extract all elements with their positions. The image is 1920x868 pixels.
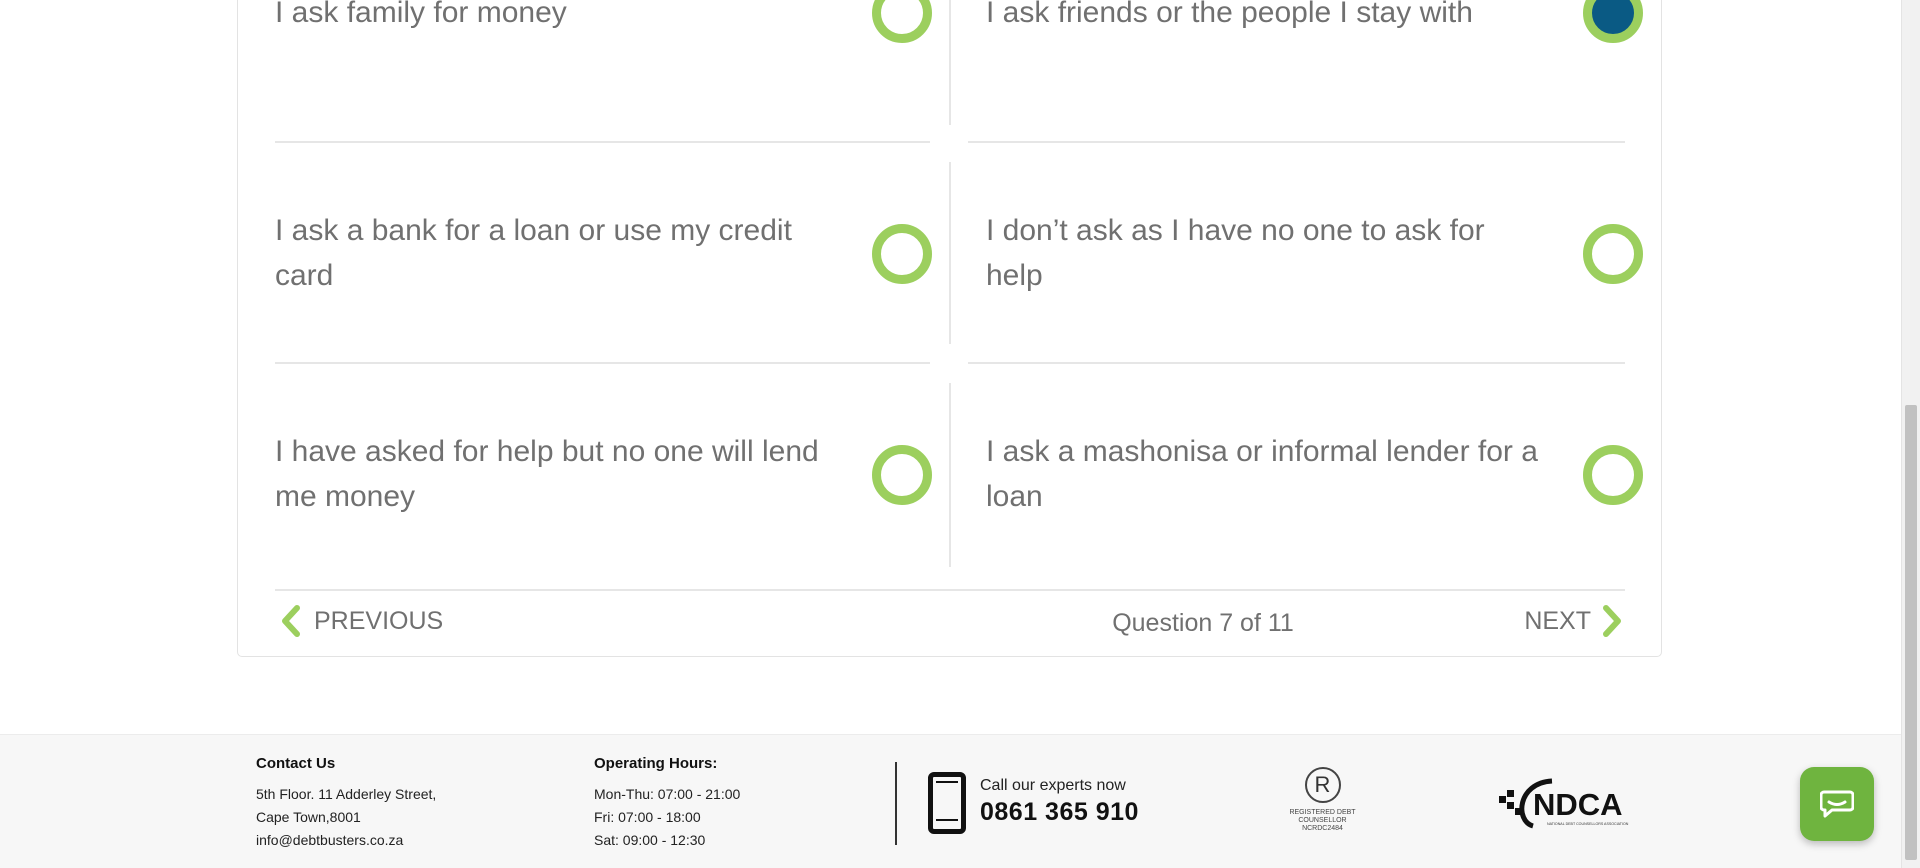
next-label: NEXT [1524,606,1591,635]
option-radio[interactable] [872,224,932,284]
page: I ask family for money I ask friends or … [0,0,1901,868]
call-number-link[interactable]: 0861 365 910 [980,798,1139,827]
row-divider [275,362,930,364]
call-label: Call our experts now [980,777,1126,794]
option-friends[interactable]: I ask friends or the people I stay with [986,0,1643,120]
hours-title: Operating Hours: [594,755,718,772]
contact-address-line-1: 5th Floor. 11 Adderley Street, [256,786,437,802]
chat-bubble-icon [1820,790,1854,818]
option-label: I ask friends or the people I stay with [986,0,1473,29]
phone-icon [928,772,966,834]
question-counter: Question 7 of 11 [1112,609,1294,637]
option-radio-selected[interactable] [1583,0,1643,43]
option-radio[interactable] [1583,224,1643,284]
page-scrollbar[interactable] [1901,0,1920,868]
option-bank-loan[interactable]: I ask a bank for a loan or use my credit… [275,208,932,308]
chat-button[interactable] [1800,767,1874,841]
row-divider [968,141,1625,143]
nav-divider [275,589,1625,591]
registered-debt-counsellor-badge: R REGISTERED DEBT COUNSELLOR NCRDC2484 [1285,767,1360,833]
contact-title: Contact Us [256,755,336,772]
hours-line-saturday: Sat: 09:00 - 12:30 [594,832,706,848]
hours-line-friday: Fri: 07:00 - 18:00 [594,809,701,825]
contact-email-link[interactable]: info@debtbusters.co.za [256,829,403,852]
contact-address-line-2: Cape Town,8001 [256,809,361,825]
column-divider [949,0,951,125]
option-no-lender[interactable]: I have asked for help but no one will le… [275,429,932,529]
option-no-one[interactable]: I don’t ask as I have no one to ask for … [986,208,1643,308]
ndca-logo-tagline: NATIONAL DEBT COUNSELLORS ASSOCIATION [1547,822,1629,826]
ndca-logo-text: NDCA [1533,787,1623,822]
chevron-left-icon [282,605,300,637]
row-divider [968,362,1625,364]
option-mashonisa[interactable]: I ask a mashonisa or informal lender for… [986,429,1643,529]
option-family[interactable]: I ask family for money [275,0,932,120]
chevron-right-icon [1603,605,1621,637]
row-divider [275,141,930,143]
footer: Contact Us 5th Floor. 11 Adderley Street… [0,734,1901,868]
option-label: I have asked for help but no one will le… [275,435,819,513]
ndca-logo: NDCA NATIONAL DEBT COUNSELLORS ASSOCIATI… [1499,778,1629,829]
option-label: I don’t ask as I have no one to ask for … [986,214,1485,292]
scrollbar-thumb[interactable] [1905,405,1917,860]
registered-icon: R [1304,767,1341,803]
registered-badge-text: REGISTERED DEBT COUNSELLOR NCRDC2484 [1289,809,1356,832]
hours-line-weekday: Mon-Thu: 07:00 - 21:00 [594,786,741,802]
previous-button[interactable]: PREVIOUS [280,601,443,641]
question-card: I ask family for money I ask friends or … [237,0,1662,657]
option-label: I ask a mashonisa or informal lender for… [986,435,1538,513]
next-button[interactable]: NEXT [1524,601,1623,641]
option-radio[interactable] [872,445,932,505]
previous-label: PREVIOUS [314,606,444,635]
option-label: I ask a bank for a loan or use my credit… [275,214,792,292]
option-radio[interactable] [872,0,932,43]
option-label: I ask family for money [275,0,567,29]
footer-separator [895,762,897,845]
column-divider [949,383,951,567]
column-divider [949,162,951,344]
option-radio[interactable] [1583,445,1643,505]
